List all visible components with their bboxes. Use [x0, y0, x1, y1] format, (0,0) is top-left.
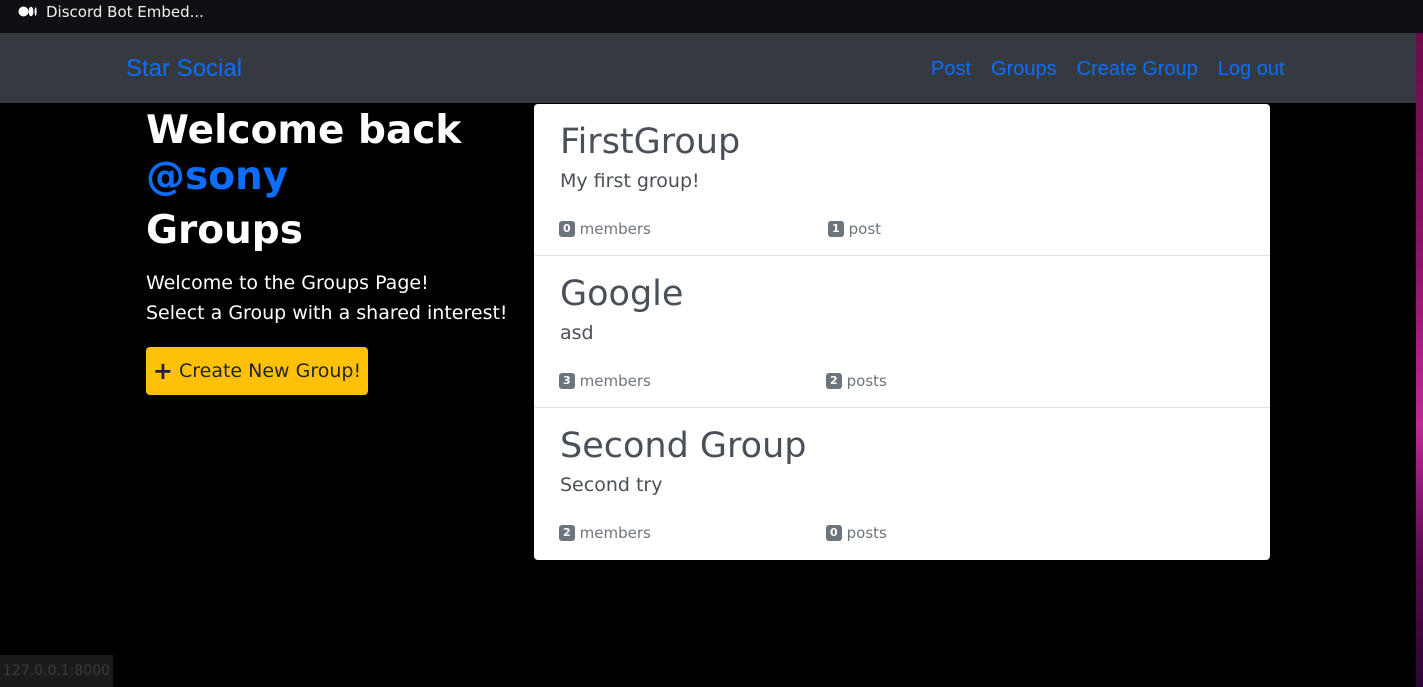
group-item[interactable]: FirstGroup My first group! 0 members 1 p…	[534, 104, 1270, 256]
browser-tab-bar: Discord Bot Embed...	[0, 0, 1423, 33]
status-bar-url: 127.0.0.1:8000	[0, 655, 113, 687]
members-badge: 0	[559, 221, 575, 237]
tab-title[interactable]: Discord Bot Embed...	[46, 3, 204, 21]
intro-line-1: Welcome to the Groups Page!	[146, 272, 429, 294]
members-label: members	[579, 220, 651, 238]
nav-links: Post Groups Create Group Log out	[931, 57, 1305, 83]
members-label: members	[579, 372, 651, 390]
members-count: 2 members	[559, 524, 651, 542]
posts-count: 0 posts	[826, 524, 887, 542]
nav-link-log-out[interactable]: Log out	[1218, 57, 1285, 83]
posts-badge: 2	[826, 373, 842, 389]
posts-count: 1 post	[828, 220, 881, 238]
posts-count: 2 posts	[826, 372, 887, 390]
desktop-background-strip	[1416, 33, 1423, 687]
welcome-heading: Welcome back @sony	[146, 108, 516, 200]
plus-icon: +	[152, 357, 173, 385]
create-button-label: Create New Group!	[178, 360, 362, 382]
nav-link-post[interactable]: Post	[931, 57, 971, 83]
members-label: members	[579, 524, 651, 542]
posts-label: posts	[846, 524, 887, 542]
nav-link-create-group[interactable]: Create Group	[1077, 57, 1198, 83]
posts-badge: 0	[826, 525, 842, 541]
welcome-text: Welcome back	[146, 108, 462, 153]
posts-label: post	[848, 220, 882, 238]
intro-text: Welcome to the Groups Page! Select a Gro…	[146, 268, 516, 328]
group-description: My first group!	[560, 170, 700, 192]
group-item[interactable]: Second Group Second try 2 members 0 post…	[534, 408, 1270, 560]
medium-logo-icon	[18, 6, 37, 17]
brand-link[interactable]: Star Social	[126, 55, 242, 83]
intro-line-2: Select a Group with a shared interest!	[146, 302, 508, 324]
group-list: FirstGroup My first group! 0 members 1 p…	[534, 104, 1270, 560]
create-new-group-button[interactable]: + Create New Group!	[146, 347, 368, 395]
members-badge: 2	[559, 525, 575, 541]
posts-badge: 1	[828, 221, 844, 237]
group-item[interactable]: Google asd 3 members 2 posts	[534, 256, 1270, 408]
username-link[interactable]: @sony	[146, 154, 288, 199]
group-description: asd	[560, 322, 594, 344]
members-count: 0 members	[559, 220, 651, 238]
group-name[interactable]: FirstGroup	[560, 122, 740, 162]
page-title: Groups	[146, 208, 303, 253]
members-badge: 3	[559, 373, 575, 389]
group-description: Second try	[560, 474, 663, 496]
nav-link-groups[interactable]: Groups	[991, 57, 1057, 83]
members-count: 3 members	[559, 372, 651, 390]
group-name[interactable]: Second Group	[560, 426, 807, 466]
navbar: Star Social Post Groups Create Group Log…	[0, 33, 1416, 103]
welcome-section: Welcome back @sony Groups Welcome to the…	[146, 108, 516, 328]
group-name[interactable]: Google	[560, 274, 683, 314]
posts-label: posts	[846, 372, 887, 390]
